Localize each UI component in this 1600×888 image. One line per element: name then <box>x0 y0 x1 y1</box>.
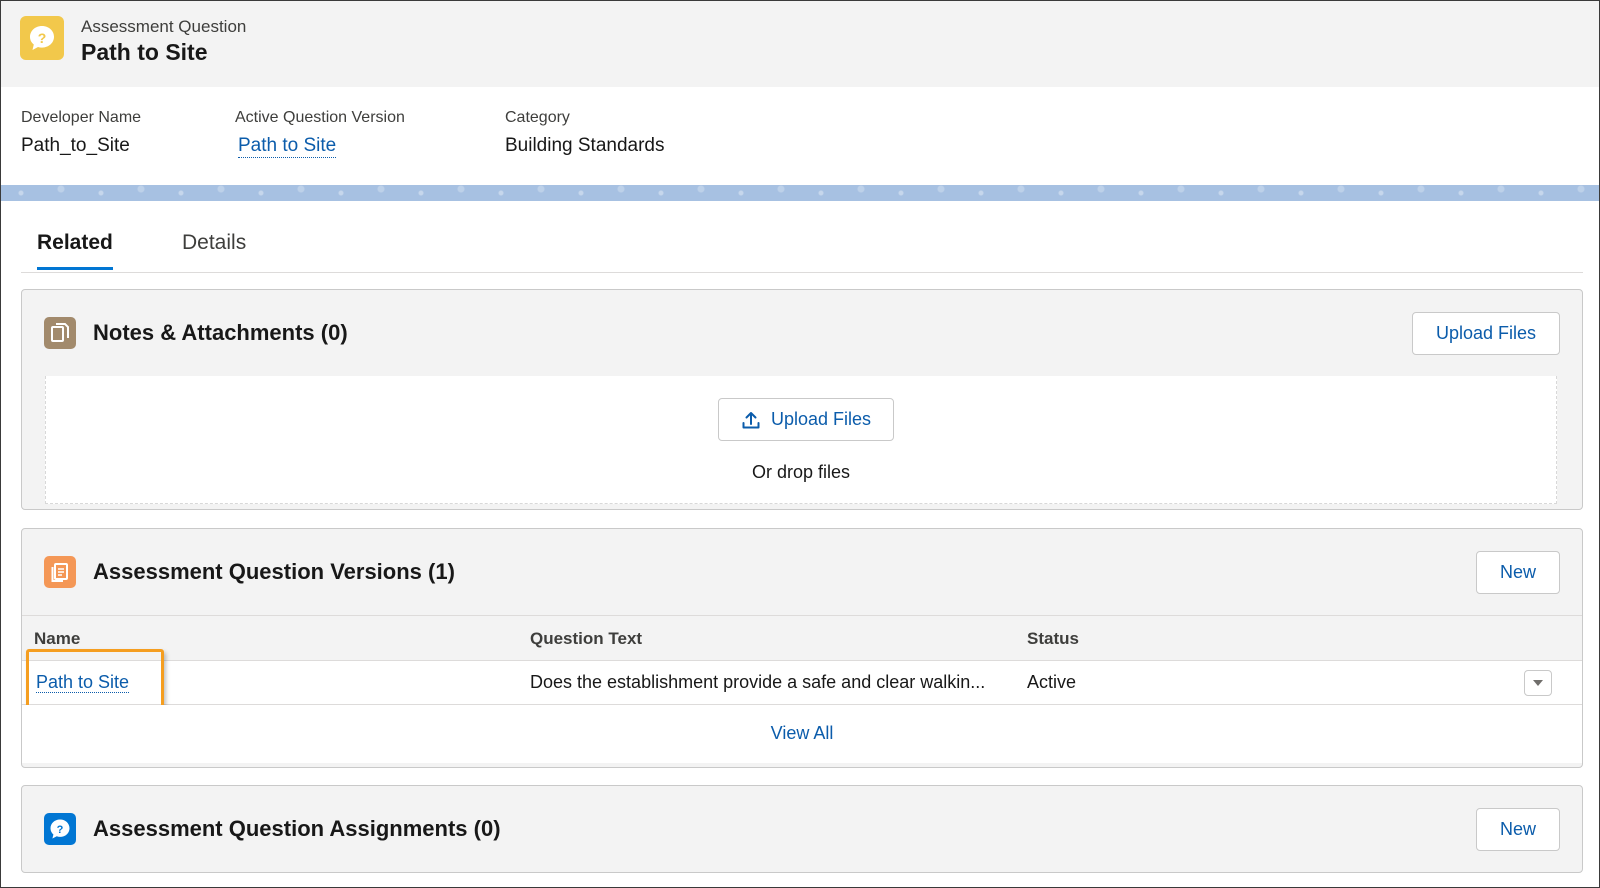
field-label: Category <box>505 109 570 126</box>
question-versions-card: Assessment Question Versions (1) New Nam… <box>21 528 1583 768</box>
tab-related[interactable]: Related <box>37 231 113 270</box>
card-header: Notes & Attachments (0) Upload Files <box>22 290 1582 376</box>
table-header: Name Question Text Status <box>22 615 1582 661</box>
card-title: Notes & Attachments (0) <box>93 320 348 345</box>
record-page: ? Assessment Question Path to Site Devel… <box>0 0 1600 888</box>
column-header-status[interactable]: Status <box>1027 629 1079 649</box>
column-header-question-text[interactable]: Question Text <box>530 629 642 649</box>
field-category: Category Building Standards <box>505 109 665 157</box>
object-type-label: Assessment Question <box>81 17 247 36</box>
field-developer-name: Developer Name Path_to_Site <box>21 109 141 157</box>
field-value: Building Standards <box>505 135 665 156</box>
tab-bar: Related Details <box>21 223 1583 273</box>
card-title: Assessment Question Versions (1) <box>93 559 455 584</box>
field-label: Active Question Version <box>235 109 405 126</box>
card-header: ? Assessment Question Assignments (0) Ne… <box>22 786 1582 872</box>
document-icon <box>44 556 76 588</box>
svg-text:?: ? <box>57 824 64 836</box>
highlights-panel: Developer Name Path_to_Site Active Quest… <box>1 87 1599 185</box>
tab-details[interactable]: Details <box>182 231 246 267</box>
record-header: ? Assessment Question Path to Site <box>1 1 1599 87</box>
new-assignment-button[interactable]: New <box>1476 808 1560 851</box>
decorative-band <box>1 185 1599 201</box>
row-actions-button[interactable] <box>1524 670 1552 696</box>
new-version-button[interactable]: New <box>1476 551 1560 594</box>
cell-question-text: Does the establishment provide a safe an… <box>530 672 986 692</box>
view-all-footer: View All <box>22 705 1582 763</box>
question-bubble-icon: ? <box>20 16 64 60</box>
record-title: Path to Site <box>81 39 208 65</box>
svg-text:?: ? <box>38 30 47 46</box>
question-assignments-card: ? Assessment Question Assignments (0) Ne… <box>21 785 1583 873</box>
chevron-down-icon <box>1532 678 1544 688</box>
field-active-question-version: Active Question Version Path to Site <box>235 109 405 158</box>
view-all-link[interactable]: View All <box>771 723 834 743</box>
card-header: Assessment Question Versions (1) New <box>22 529 1582 615</box>
file-icon <box>44 317 76 349</box>
notes-attachments-card: Notes & Attachments (0) Upload Files Upl… <box>21 289 1583 510</box>
upload-files-button[interactable]: Upload Files <box>1412 312 1560 355</box>
drop-files-text: Or drop files <box>751 462 851 482</box>
column-header-name[interactable]: Name <box>34 629 80 649</box>
upload-files-label: Upload Files <box>770 409 872 429</box>
active-version-link[interactable]: Path to Site <box>238 135 337 158</box>
version-name-link[interactable]: Path to Site <box>36 672 130 693</box>
question-icon: ? <box>44 813 76 845</box>
file-dropzone[interactable]: Upload Files Or drop files <box>45 376 1557 504</box>
versions-table: Name Question Text Status Path to Site D… <box>22 615 1582 763</box>
cell-status: Active <box>1027 672 1077 692</box>
table-row: Path to Site Does the establishment prov… <box>22 649 1582 715</box>
field-label: Developer Name <box>21 109 142 126</box>
card-title: Assessment Question Assignments (0) <box>93 816 501 841</box>
field-value: Path_to_Site <box>21 135 130 156</box>
upload-files-dropzone-button[interactable]: Upload Files <box>718 398 894 441</box>
upload-icon <box>741 410 761 430</box>
cell-name: Path to Site <box>36 672 130 693</box>
